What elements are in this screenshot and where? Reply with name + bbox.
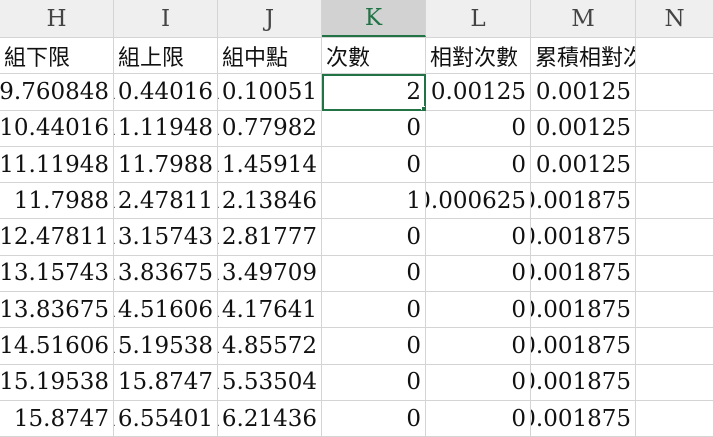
cell-m-row1[interactable]: 0.00125 (531, 74, 636, 111)
cell-n-row10[interactable] (636, 400, 714, 437)
column-header-m[interactable]: M (531, 0, 636, 37)
column-header-row: HIJKLMN (0, 0, 714, 38)
cell-l-row8[interactable]: 0 (426, 328, 531, 365)
cell-m-row2[interactable]: 0.00125 (531, 110, 636, 147)
cell-n-row6[interactable] (636, 255, 714, 293)
cell-l-row10[interactable]: 0 (426, 400, 531, 437)
cell-m-row5[interactable]: 0.001875 (531, 219, 636, 256)
cell-h-row6[interactable]: 13.15743 (0, 255, 114, 293)
cell-m-row6[interactable]: 0.001875 (531, 255, 636, 293)
cell-h-row2[interactable]: 10.44016 (0, 110, 114, 147)
cell-l-row6[interactable]: 0 (426, 255, 531, 293)
cell-n-row1[interactable] (636, 74, 714, 111)
cell-n-row8[interactable] (636, 328, 714, 365)
cell-i-row10[interactable]: 16.55401 (114, 400, 218, 437)
column-header-h[interactable]: H (0, 0, 114, 37)
cell-k-row10[interactable]: 0 (322, 400, 426, 437)
cell-m-row10[interactable]: 0.001875 (531, 400, 636, 437)
cell-m-row4[interactable]: 0.001875 (531, 183, 636, 220)
header-cell-n[interactable] (636, 38, 714, 75)
header-cell-k[interactable]: 次數 (322, 38, 426, 75)
header-cell-i[interactable]: 組上限 (114, 38, 218, 75)
cell-l-row4[interactable]: 0.000625 (426, 183, 531, 220)
cell-n-row7[interactable] (636, 292, 714, 329)
header-cell-h[interactable]: 組下限 (0, 38, 114, 75)
cell-j-row8[interactable]: 14.85572 (218, 328, 322, 365)
active-cell-value: 2 (406, 78, 421, 105)
cell-k-row5[interactable]: 0 (322, 219, 426, 256)
cell-k-row9[interactable]: 0 (322, 364, 426, 401)
cell-k-row1[interactable]: 2 (322, 74, 426, 111)
cell-h-row9[interactable]: 15.19538 (0, 364, 114, 401)
cell-n-row5[interactable] (636, 219, 714, 256)
cell-k-row2[interactable]: 0 (322, 110, 426, 147)
cell-i-row1[interactable]: 10.44016 (114, 74, 218, 111)
cell-j-row1[interactable]: 10.10051 (218, 74, 322, 111)
cell-l-row9[interactable]: 0 (426, 364, 531, 401)
cell-i-row8[interactable]: 15.19538 (114, 328, 218, 365)
cell-h-row1[interactable]: 9.760848 (0, 74, 114, 111)
column-header-l[interactable]: L (426, 0, 531, 37)
cell-i-row2[interactable]: 11.11948 (114, 110, 218, 147)
cell-m-row8[interactable]: 0.001875 (531, 328, 636, 365)
cell-m-row3[interactable]: 0.00125 (531, 146, 636, 184)
cell-h-row8[interactable]: 14.51606 (0, 328, 114, 365)
cell-k-row8[interactable]: 0 (322, 328, 426, 365)
cell-i-row5[interactable]: 13.15743 (114, 219, 218, 256)
cell-n-row4[interactable] (636, 183, 714, 220)
cell-j-row5[interactable]: 12.81777 (218, 219, 322, 256)
header-cell-j[interactable]: 組中點 (218, 38, 322, 75)
header-cell-l[interactable]: 相對次數 (426, 38, 531, 75)
cell-i-row7[interactable]: 14.51606 (114, 292, 218, 329)
cell-l-row7[interactable]: 0 (426, 292, 531, 329)
fill-handle[interactable] (421, 105, 425, 110)
column-header-j[interactable]: J (218, 0, 322, 37)
column-header-k[interactable]: K (322, 0, 426, 37)
cell-n-row3[interactable] (636, 146, 714, 184)
cell-h-row7[interactable]: 13.83675 (0, 292, 114, 329)
cell-l-row2[interactable]: 0 (426, 110, 531, 147)
cell-h-row4[interactable]: 11.7988 (0, 183, 114, 220)
cell-l-row3[interactable]: 0 (426, 146, 531, 184)
cell-i-row9[interactable]: 15.8747 (114, 364, 218, 401)
cell-l-row1[interactable]: 0.00125 (426, 74, 531, 111)
cell-j-row10[interactable]: 16.21436 (218, 400, 322, 437)
column-header-i[interactable]: I (114, 0, 218, 37)
cell-j-row9[interactable]: 15.53504 (218, 364, 322, 401)
cell-j-row7[interactable]: 14.17641 (218, 292, 322, 329)
cell-n-row9[interactable] (636, 364, 714, 401)
cell-m-row7[interactable]: 0.001875 (531, 292, 636, 329)
cell-j-row2[interactable]: 10.77982 (218, 110, 322, 147)
cell-i-row6[interactable]: 13.83675 (114, 255, 218, 293)
cell-k-row4[interactable]: 1 (322, 183, 426, 220)
spreadsheet: HIJKLMN 組下限組上限組中點次數相對次數累積相對次數9.76084810.… (0, 0, 714, 437)
header-cell-m[interactable]: 累積相對次數 (531, 38, 636, 75)
cell-k-row7[interactable]: 0 (322, 292, 426, 329)
column-header-n[interactable]: N (636, 0, 714, 37)
cell-j-row4[interactable]: 12.13846 (218, 183, 322, 220)
cell-i-row4[interactable]: 12.47811 (114, 183, 218, 220)
cell-j-row3[interactable]: 11.45914 (218, 146, 322, 184)
cell-n-row2[interactable] (636, 110, 714, 147)
cell-i-row3[interactable]: 11.7988 (114, 146, 218, 184)
cell-k-row3[interactable]: 0 (322, 146, 426, 184)
cell-h-row10[interactable]: 15.8747 (0, 400, 114, 437)
cell-m-row9[interactable]: 0.001875 (531, 364, 636, 401)
cell-grid: 組下限組上限組中點次數相對次數累積相對次數9.76084810.4401610.… (0, 38, 714, 437)
cell-h-row5[interactable]: 12.47811 (0, 219, 114, 256)
cell-j-row6[interactable]: 13.49709 (218, 255, 322, 293)
cell-l-row5[interactable]: 0 (426, 219, 531, 256)
cell-h-row3[interactable]: 11.11948 (0, 146, 114, 184)
cell-k-row6[interactable]: 0 (322, 255, 426, 293)
